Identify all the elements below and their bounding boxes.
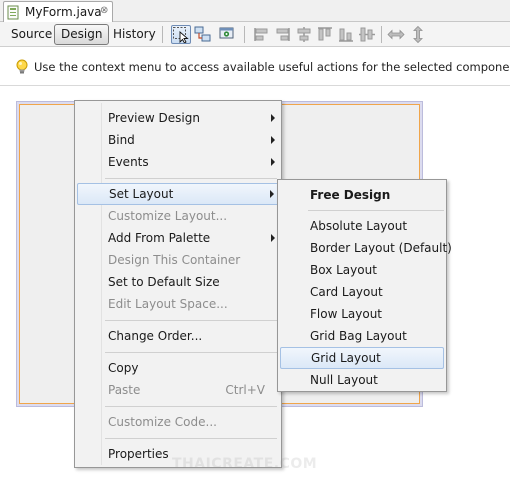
align-left-icon[interactable] [252,25,272,44]
menu-item-events[interactable]: Events [77,151,279,173]
submenu-arrow-icon [271,136,275,144]
menu-item-label: Preview Design [108,111,200,125]
layout-grid-bag[interactable]: Grid Bag Layout [280,325,444,347]
menu-item-label: Absolute Layout [310,219,408,233]
menu-separator [105,406,277,407]
toolbar-separator [244,26,245,43]
menu-item-label: Customize Code... [108,415,217,429]
change-horizontal-resizability-icon[interactable] [386,25,406,44]
toolbar-separator [381,26,382,43]
menu-separator [105,438,277,439]
menu-item-customize-code: Customize Code... [77,411,279,433]
menu-item-customize-layout: Customize Layout... [77,205,279,227]
menu-item-copy[interactable]: Copy [77,357,279,379]
menu-item-label: Null Layout [310,373,378,387]
tab-history[interactable]: History [106,24,163,45]
menu-item-label: Customize Layout... [108,209,228,223]
menu-separator [105,320,277,321]
menu-item-label: Paste [108,383,141,397]
menu-item-label: Change Order... [108,329,203,343]
hint-bar: Use the context menu to access available… [0,48,510,86]
menu-item-label: Set to Default Size [108,275,220,289]
layout-grid[interactable]: Grid Layout [280,347,444,369]
menu-item-label: Free Design [310,188,391,202]
submenu-arrow-icon [271,114,275,122]
toolbar-separator [162,26,163,43]
context-menu: Preview Design Bind Events Set Layout Cu… [74,100,282,468]
close-tab-icon[interactable]: ⊗ [100,5,108,16]
menu-item-label: Flow Layout [310,307,382,321]
menu-separator [105,352,277,353]
menu-separator [105,178,277,179]
layout-free-design[interactable]: Free Design [280,184,444,206]
tab-source[interactable]: Source [4,24,59,45]
menu-item-label: Grid Layout [311,351,381,365]
layout-flow[interactable]: Flow Layout [280,303,444,325]
connection-mode-icon[interactable] [193,25,213,44]
submenu-arrow-icon [271,234,275,242]
menu-item-label: Add From Palette [108,231,211,245]
layout-border[interactable]: Border Layout (Default) [280,237,452,259]
watermark: THAICREATE.COM [172,456,318,472]
align-right-icon[interactable] [273,25,293,44]
layout-box[interactable]: Box Layout [280,259,444,281]
submenu-arrow-icon [271,158,275,166]
shortcut-label: Ctrl+V [225,383,265,397]
menu-item-change-order[interactable]: Change Order... [77,325,279,347]
menu-item-label: Design This Container [108,253,241,267]
file-tab-label: MyForm.java [25,5,102,19]
align-bottom-icon[interactable] [336,25,356,44]
menu-item-add-from-palette[interactable]: Add From Palette [77,227,279,249]
selection-mode-icon[interactable] [171,25,191,44]
hint-text: Use the context menu to access available… [34,60,510,74]
menu-item-label: Edit Layout Space... [108,297,228,311]
menu-item-bind[interactable]: Bind [77,129,279,151]
menu-item-label: Set Layout [109,187,174,201]
change-vertical-resizability-icon[interactable] [408,25,428,44]
menu-item-label: Box Layout [310,263,377,277]
submenu-arrow-icon [270,190,274,198]
menu-item-set-default-size[interactable]: Set to Default Size [77,271,279,293]
set-layout-submenu: Free Design Absolute Layout Border Layou… [277,179,452,392]
menu-item-label: Border Layout (Default) [310,241,452,255]
center-vertically-icon[interactable] [357,25,377,44]
menu-item-label: Properties [108,447,169,461]
preview-design-icon[interactable] [217,25,237,44]
layout-null[interactable]: Null Layout [280,369,444,391]
menu-item-paste: Paste Ctrl+V [77,379,279,401]
menu-item-design-this-container: Design This Container [77,249,279,271]
menu-item-preview-design[interactable]: Preview Design [77,107,279,129]
menu-item-edit-layout-space: Edit Layout Space... [77,293,279,315]
editor-tab-strip: MyForm.java ⊗ [0,0,510,23]
center-horizontally-icon[interactable] [294,25,314,44]
lightbulb-icon [16,59,28,75]
java-form-file-icon [7,5,21,20]
menu-item-label: Grid Bag Layout [310,329,407,343]
menu-item-label: Copy [108,361,139,375]
layout-card[interactable]: Card Layout [280,281,444,303]
menu-item-label: Events [108,155,149,169]
form-editor-toolbar: Source Design History [0,22,510,47]
menu-item-set-layout[interactable]: Set Layout [77,183,279,205]
tab-design[interactable]: Design [54,24,110,45]
menu-separator [308,210,444,211]
menu-item-label: Card Layout [310,285,383,299]
layout-absolute[interactable]: Absolute Layout [280,215,444,237]
file-tab-myform[interactable]: MyForm.java ⊗ [3,1,113,23]
align-top-icon[interactable] [315,25,335,44]
menu-item-label: Bind [108,133,135,147]
